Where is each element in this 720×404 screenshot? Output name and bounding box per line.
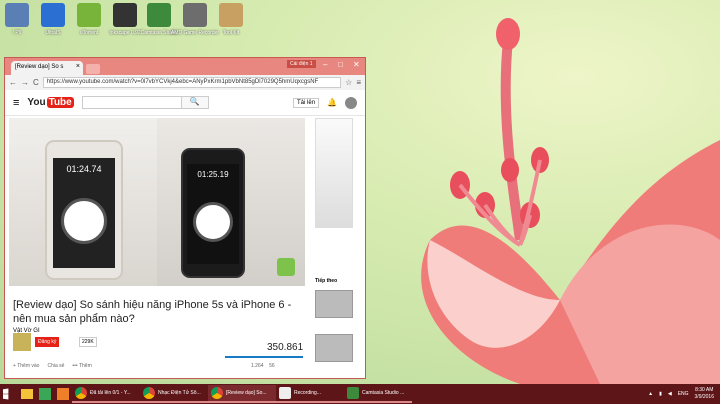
utorrent-icon (77, 3, 101, 27)
search-button[interactable]: 🔍 (180, 96, 209, 109)
upload-button[interactable]: Tải lên (293, 97, 320, 108)
taskbar: Đã tải lên 0/1 - Y... Nhạc Điện Tử Sô...… (0, 384, 720, 404)
taskbar-item[interactable]: Recording... (276, 385, 344, 403)
folder-icon (219, 3, 243, 27)
chrome-icon (143, 387, 155, 399)
stopwatch-time: 01:25.19 (197, 170, 229, 179)
subscribe-button[interactable]: Đăng ký (35, 337, 60, 347)
youtube-header: ≡ You Tube 🔍 Tải lên 🔔 (5, 90, 365, 116)
stopwatch-time: 01:24.74 (66, 164, 102, 174)
more-button[interactable]: ••• Thêm (72, 363, 91, 369)
reload-icon[interactable]: C (33, 78, 39, 87)
up-next-label: Tiếp theo (315, 278, 338, 284)
show-hidden-icons[interactable]: ▲ (648, 391, 653, 397)
browser-tab[interactable]: [Review dạo] So s × (11, 61, 83, 75)
channel-avatar[interactable] (13, 333, 31, 351)
taskbar-pin[interactable] (36, 385, 54, 403)
menu-icon[interactable]: ≡ (356, 78, 361, 87)
clock[interactable]: 8:30 AM 3/9/2016 (695, 387, 714, 401)
view-count: 350.861 (267, 342, 304, 353)
taskbar-item[interactable]: Đã tải lên 0/1 - Y... (72, 385, 140, 403)
channel-watermark-icon (277, 258, 295, 276)
video-title: [Review dạo] So sánh hiệu năng iPhone 5s… (13, 299, 292, 325)
clock-time: 8:30 AM (695, 387, 714, 393)
youtube-logo[interactable]: You Tube (27, 97, 74, 108)
chrome-icon (211, 387, 223, 399)
windows-logo-icon (3, 388, 9, 400)
system-tray: ▲ ▮ ◀ ENG 8:30 AM 3/9/2016 (648, 387, 720, 401)
browser-window: [Review dạo] So s × Cái điện 1 – □ ✕ ← → … (4, 57, 366, 379)
like-counts: 1.264 56 (251, 363, 275, 369)
media-player-icon (57, 388, 69, 400)
camtasia-icon (147, 3, 171, 27)
related-video-thumbnail[interactable] (315, 334, 353, 362)
close-tab-icon[interactable]: × (76, 63, 80, 70)
file-explorer-icon (21, 389, 33, 399)
like-ratio-bar (225, 356, 303, 358)
camtasia-icon (347, 387, 359, 399)
ad-banner[interactable] (315, 118, 353, 228)
clock-date: 3/9/2016 (694, 394, 714, 400)
volume-icon[interactable]: ◀ (668, 391, 672, 397)
tab-title: [Review dạo] So s (15, 64, 64, 70)
recorder-icon (183, 3, 207, 27)
chrome-icon (75, 387, 87, 399)
iphone-6-image: 01:24.74 (45, 140, 123, 280)
language-indicator[interactable]: ENG (678, 391, 689, 397)
address-bar-row: ← → C https://www.youtube.com/watch?v=0l… (5, 75, 365, 90)
taskbar-item[interactable]: Camtasia Studio ... (344, 385, 412, 403)
sidebar: Tiếp theo (311, 118, 365, 378)
profile-badge[interactable]: Cái điện 1 (287, 60, 316, 68)
minimize-button[interactable]: – (323, 60, 327, 69)
taskbar-pin[interactable] (18, 385, 36, 403)
share-button[interactable]: Chia sẻ (47, 363, 64, 369)
search-input[interactable] (81, 96, 182, 109)
recording-icon (279, 387, 291, 399)
start-button[interactable] (0, 385, 18, 403)
store-icon (39, 388, 51, 400)
user-folder-icon (5, 3, 29, 27)
notification-bell-icon[interactable]: 🔔 (327, 98, 337, 107)
subscriber-count: 229K (79, 337, 97, 347)
add-to-button[interactable]: + Thêm vào (13, 363, 39, 369)
taskbar-item[interactable]: Nhạc Điện Tử Sô... (140, 385, 208, 403)
avatar[interactable] (345, 96, 357, 109)
guide-menu-icon[interactable]: ≡ (13, 97, 19, 109)
taskbar-pin[interactable] (54, 385, 72, 403)
maximize-button[interactable]: □ (338, 60, 343, 69)
stopwatch-dial (61, 198, 107, 244)
app-icon (41, 3, 65, 27)
video-actions: + Thêm vào Chia sẻ ••• Thêm (13, 363, 92, 369)
iphone-5s-image: 01:25.19 (181, 148, 245, 278)
forward-icon[interactable]: → (21, 78, 29, 87)
close-window-button[interactable]: ✕ (353, 60, 360, 69)
stopwatch-dial (193, 202, 233, 242)
network-icon[interactable]: ▮ (659, 391, 662, 397)
desktop-icon[interactable]: Tool Kit (206, 3, 256, 36)
youtube-page: ≡ You Tube 🔍 Tải lên 🔔 01:24.74 01:25.19 … (5, 90, 365, 378)
url-input[interactable]: https://www.youtube.com/watch?v=0l7vbYCV… (42, 77, 342, 88)
tab-strip: [Review dạo] So s × Cái điện 1 – □ ✕ (5, 58, 365, 75)
video-player[interactable]: 01:24.74 01:25.19 (9, 118, 305, 286)
bookmark-star-icon[interactable]: ☆ (345, 78, 352, 87)
dislike-button[interactable]: 56 (269, 363, 275, 369)
taskbar-item[interactable]: [Review dạo] So... (208, 385, 276, 403)
new-tab-button[interactable] (86, 64, 100, 74)
related-video-thumbnail[interactable] (315, 290, 353, 318)
like-button[interactable]: 1.264 (251, 363, 264, 369)
back-icon[interactable]: ← (9, 78, 17, 87)
